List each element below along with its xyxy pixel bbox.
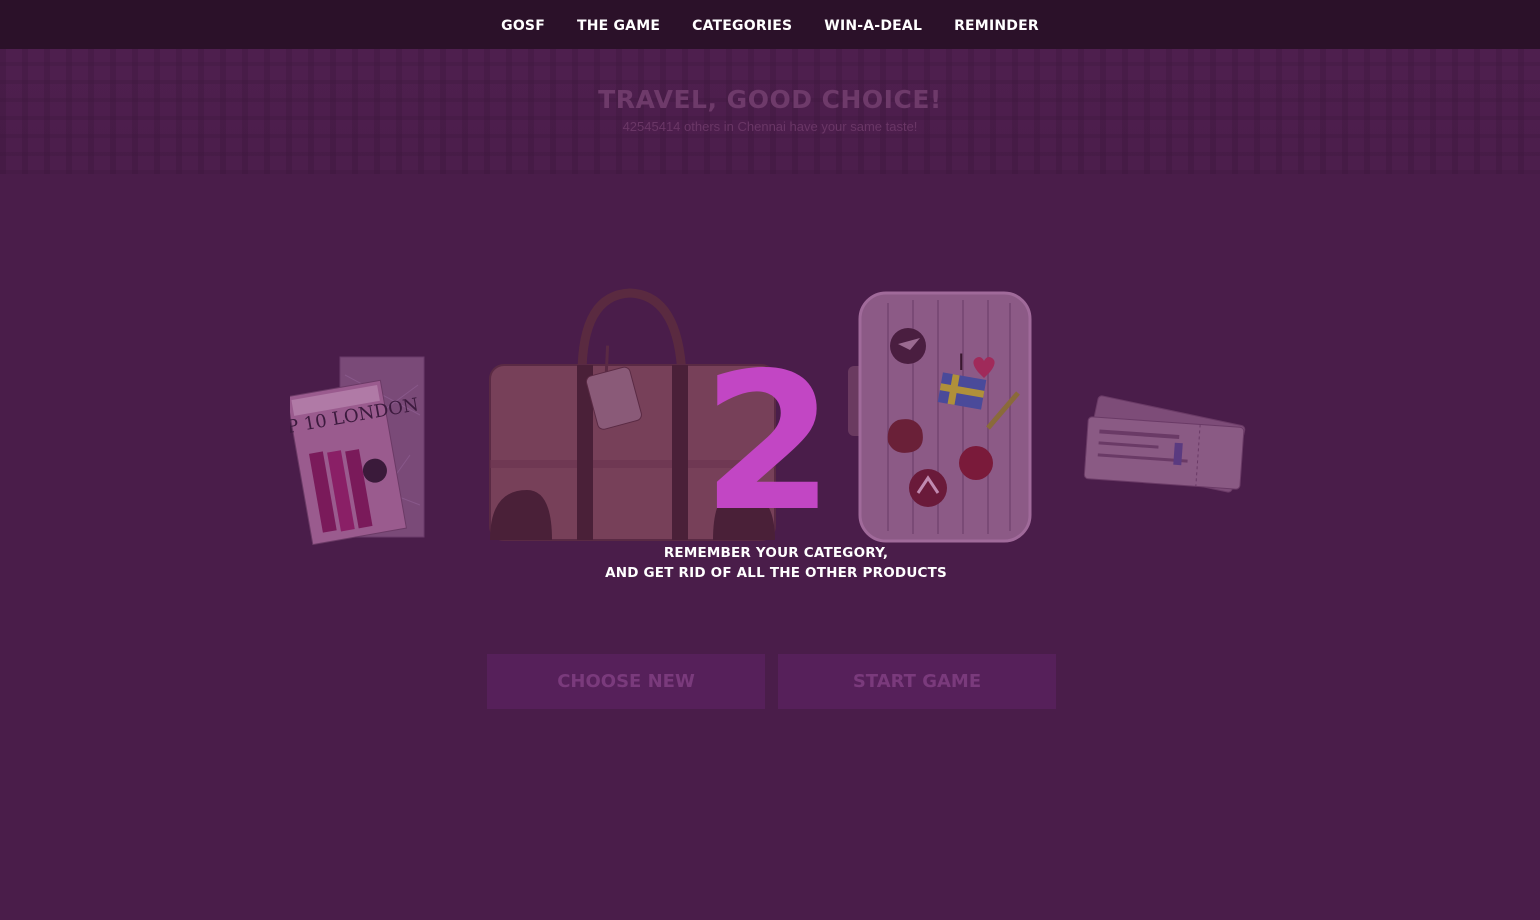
- svg-text:I: I: [958, 351, 965, 376]
- top-nav: GOSF THE GAME CATEGORIES WIN-A-DEAL REMI…: [0, 0, 1540, 49]
- nav-gosf[interactable]: GOSF: [485, 18, 561, 34]
- instruction-line-1: REMEMBER YOUR CATEGORY,: [663, 545, 889, 561]
- nav-reminder[interactable]: REMINDER: [938, 18, 1055, 34]
- page-title: TRAVEL, GOOD CHOICE!: [598, 85, 942, 114]
- page-subtitle: 42545414 others in Chennai have your sam…: [622, 119, 918, 134]
- countdown-number: 2: [701, 332, 835, 553]
- nav-win-a-deal[interactable]: WIN-A-DEAL: [808, 18, 938, 34]
- nav-categories[interactable]: CATEGORIES: [676, 18, 808, 34]
- guidebook-icon[interactable]: TOP 10 LONDON: [290, 355, 430, 545]
- instruction-line-2: AND GET RID OF ALL THE OTHER PRODUCTS: [605, 565, 947, 581]
- nav-the-game[interactable]: THE GAME: [561, 18, 676, 34]
- hero-banner: TRAVEL, GOOD CHOICE! 42545414 others in …: [0, 49, 1540, 174]
- choose-new-button[interactable]: CHOOSE NEW: [487, 654, 765, 709]
- tickets-icon[interactable]: [1078, 392, 1250, 517]
- start-game-button[interactable]: START GAME: [778, 654, 1056, 709]
